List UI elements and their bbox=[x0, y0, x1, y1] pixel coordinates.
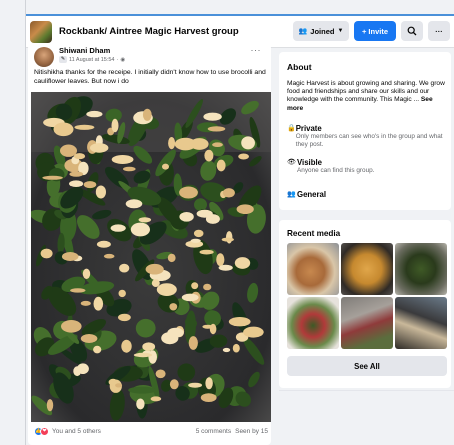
post-photo-image bbox=[31, 92, 271, 422]
divider bbox=[279, 390, 454, 391]
post-stats: 5 comments Seen by 15 bbox=[196, 428, 268, 435]
reaction-icons[interactable]: 👍 ❤ bbox=[34, 426, 49, 436]
group-cover-thumbnail[interactable] bbox=[30, 20, 52, 43]
media-grid bbox=[287, 243, 447, 349]
post-text: Nitishikha thanks for the receipe. I ini… bbox=[34, 69, 266, 85]
search-icon bbox=[407, 26, 417, 36]
recent-media-card: Recent media See All bbox=[279, 220, 451, 388]
eye-icon: 👁 bbox=[287, 159, 296, 166]
media-thumbnail[interactable] bbox=[287, 297, 339, 349]
about-card: About Magic Harvest is about growing and… bbox=[279, 52, 451, 210]
general-row: 👥 General bbox=[287, 190, 449, 199]
media-thumbnail[interactable] bbox=[341, 297, 393, 349]
joined-button[interactable]: 👥 Joined ▼ bbox=[293, 21, 349, 41]
lock-icon: 🔒 bbox=[287, 125, 296, 132]
visible-subtitle: Anyone can find this group. bbox=[297, 167, 375, 174]
post-footer: 👍 ❤ You and 5 others 5 comments Seen by … bbox=[34, 425, 268, 437]
post-options-button[interactable]: ··· bbox=[251, 45, 262, 55]
about-description: Magic Harvest is about growing and shari… bbox=[287, 80, 449, 113]
media-thumbnail[interactable] bbox=[287, 243, 339, 295]
dot-separator: · bbox=[116, 56, 119, 63]
media-thumbnail[interactable] bbox=[395, 243, 447, 295]
seen-count[interactable]: Seen by 15 bbox=[235, 428, 268, 435]
search-button[interactable] bbox=[401, 21, 423, 41]
media-thumbnail[interactable] bbox=[341, 243, 393, 295]
group-icon: 👥 bbox=[287, 191, 296, 198]
reactions-count[interactable]: You and 5 others bbox=[52, 428, 101, 435]
comments-count[interactable]: 5 comments bbox=[196, 428, 231, 435]
audience-icon: ◉ bbox=[120, 56, 126, 63]
private-subtitle: Only members can see who's in the group … bbox=[295, 133, 443, 148]
recent-media-title: Recent media bbox=[287, 229, 341, 238]
joined-label: Joined bbox=[310, 26, 335, 36]
group-title[interactable]: Rockbank/ Aintree Magic Harvest group bbox=[59, 26, 239, 37]
love-icon: ❤ bbox=[40, 426, 49, 436]
privacy-row: 🔒 Private Only members can see who's in … bbox=[287, 124, 449, 149]
post-date[interactable]: 11 August at 15:54 bbox=[69, 57, 114, 63]
page: Rockbank/ Aintree Magic Harvest group 👥 … bbox=[0, 0, 454, 445]
visibility-row: 👁 Visible Anyone can find this group. bbox=[287, 158, 449, 175]
group-header: Rockbank/ Aintree Magic Harvest group 👥 … bbox=[26, 14, 454, 48]
general-title: General bbox=[297, 190, 327, 199]
private-title: Private bbox=[295, 124, 322, 133]
about-title: About bbox=[287, 62, 312, 72]
media-thumbnail[interactable] bbox=[395, 297, 447, 349]
visible-title: Visible bbox=[297, 158, 322, 167]
more-options-button[interactable]: ··· bbox=[428, 21, 450, 41]
friends-icon: ✎ bbox=[59, 56, 67, 63]
caret-down-icon: ▼ bbox=[337, 28, 344, 34]
post-author[interactable]: Shiwani Dham bbox=[59, 46, 110, 55]
post-meta: ✎ 11 August at 15:54 · ◉ bbox=[59, 56, 125, 63]
people-icon: 👥 bbox=[298, 28, 308, 35]
see-all-button[interactable]: See All bbox=[287, 356, 447, 376]
post-card: Shiwani Dham ✎ 11 August at 15:54 · ◉ ··… bbox=[28, 44, 271, 445]
invite-button[interactable]: + Invite bbox=[354, 21, 396, 41]
post-photo[interactable] bbox=[31, 92, 271, 422]
avatar[interactable] bbox=[34, 47, 54, 67]
header-actions: 👥 Joined ▼ + Invite ··· bbox=[293, 21, 450, 41]
